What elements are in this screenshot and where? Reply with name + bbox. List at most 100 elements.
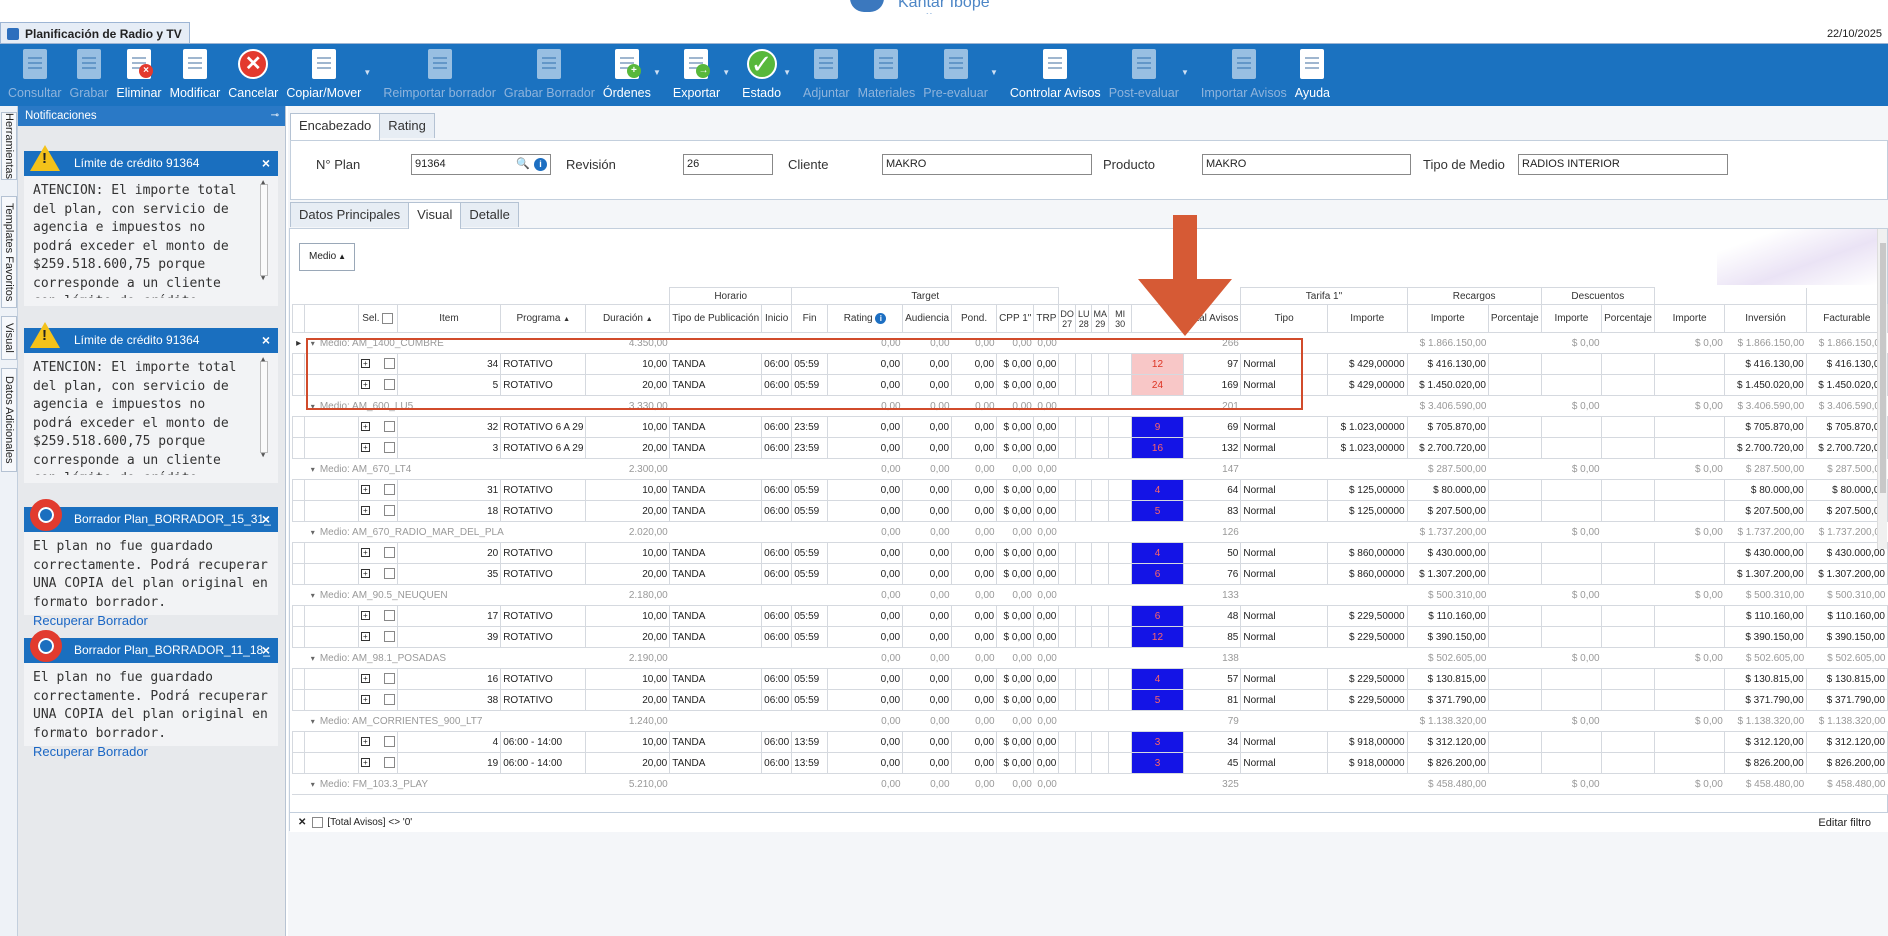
row-checkbox[interactable] (383, 505, 395, 517)
group-row[interactable]: ▾ Medio: AM_670_LT4 2.300,00 0,00 0,00 0,00 0,… (292, 458, 1888, 480)
close-icon[interactable]: × (262, 511, 270, 527)
cell-spots[interactable]: 6 (1131, 605, 1184, 627)
table-row[interactable]: + 32 ROTATIVO 6 A 29 10,00 TANDA 06:00 23:59 0… (292, 416, 1888, 438)
cell-day[interactable] (1108, 752, 1133, 774)
row-checkbox[interactable] (383, 673, 395, 685)
dropdown-arrow-icon[interactable]: ▼ (1181, 68, 1189, 77)
cell-day[interactable] (1058, 542, 1076, 564)
row-checkbox[interactable] (383, 631, 395, 643)
cell-spots[interactable]: 4 (1131, 794, 1184, 795)
cell-day[interactable] (1108, 731, 1133, 753)
collapse-icon[interactable]: ▾ (311, 339, 315, 348)
rail-tab-templates[interactable]: Templates Favoritos (1, 196, 17, 308)
expand-icon[interactable]: + (360, 758, 370, 768)
group-row[interactable]: ▾ Medio: AM_670_RADIO_MAR_DEL_PLA 2.020,00… (292, 521, 1888, 543)
cell-day[interactable] (1108, 479, 1133, 501)
cell-day[interactable] (1058, 416, 1076, 438)
estado-button[interactable]: ✓ Estado ▼ (738, 44, 791, 106)
collapse-icon[interactable]: ▾ (311, 717, 315, 726)
info-icon[interactable]: i (534, 158, 547, 171)
cell-day[interactable] (1108, 668, 1133, 690)
cell-day[interactable] (1058, 479, 1076, 501)
cell-day[interactable] (1058, 374, 1076, 396)
row-select-cell[interactable]: + (357, 668, 398, 690)
row-select-cell[interactable]: + (357, 416, 398, 438)
cell-day[interactable] (1108, 689, 1133, 711)
producto-field[interactable]: MAKRO (1202, 154, 1411, 175)
dropdown-arrow-icon[interactable]: ▼ (990, 68, 998, 77)
row-select-cell[interactable]: + (357, 542, 398, 564)
cell-day[interactable] (1108, 563, 1133, 585)
cell-day[interactable] (1058, 500, 1076, 522)
row-select-cell[interactable]: + (357, 626, 398, 648)
cell-spots[interactable]: 4 (1131, 542, 1184, 564)
expand-icon[interactable]: + (360, 674, 370, 684)
cell-spots[interactable]: 3 (1131, 731, 1184, 753)
expand-icon[interactable]: + (360, 695, 370, 705)
cell-day[interactable] (1058, 794, 1076, 795)
cell-day[interactable] (1058, 626, 1076, 648)
collapse-icon[interactable]: ▾ (311, 465, 315, 474)
consultar-button[interactable]: Consultar (4, 44, 66, 106)
table-row[interactable]: + 16 ROTATIVO 10,00 TANDA 06:00 05:59 0,00 0,00… (292, 668, 1888, 690)
rail-tab-herramientas[interactable]: Herramientas (1, 112, 17, 180)
cell-day[interactable] (1058, 353, 1076, 375)
scrollbar[interactable] (260, 353, 268, 464)
cell-day[interactable] (1058, 731, 1076, 753)
collapse-icon[interactable]: ▾ (311, 402, 315, 411)
row-checkbox[interactable] (383, 610, 395, 622)
cell-day[interactable] (1108, 794, 1133, 795)
row-checkbox[interactable] (383, 442, 395, 454)
column-header-programa[interactable]: Programa ▲ (500, 304, 587, 333)
row-select-cell[interactable]: + (357, 374, 398, 396)
row-select-cell[interactable]: + (357, 752, 398, 774)
row-select-cell[interactable]: + (357, 563, 398, 585)
group-label[interactable]: ▾ Medio: AM_600_LU5 (304, 395, 586, 417)
cell-day[interactable] (1091, 626, 1110, 648)
expand-icon[interactable]: + (360, 443, 370, 453)
group-by-medio-button[interactable]: Medio ▲ (299, 243, 355, 271)
cell-day[interactable] (1108, 437, 1133, 459)
adjuntar-button[interactable]: Adjuntar (799, 44, 854, 106)
group-row[interactable]: ▾ Medio: AM_CORRIENTES_900_LT7 1.240,00 0,0… (292, 710, 1888, 732)
collapse-icon[interactable]: ▾ (311, 780, 315, 789)
modificar-button[interactable]: Modificar (166, 44, 225, 106)
cell-spots[interactable]: 4 (1131, 479, 1184, 501)
tab-encabezado[interactable]: Encabezado (290, 113, 381, 140)
expand-icon[interactable]: + (360, 359, 370, 369)
cell-day[interactable] (1091, 731, 1110, 753)
row-checkbox[interactable] (383, 379, 395, 391)
column-header-inicio[interactable]: Inicio (761, 304, 793, 333)
cell-day[interactable] (1091, 563, 1110, 585)
cell-day[interactable] (1091, 794, 1110, 795)
cliente-field[interactable]: MAKRO (882, 154, 1092, 175)
cell-day[interactable] (1074, 479, 1093, 501)
cancelar-button[interactable]: ✕ Cancelar (224, 44, 282, 106)
row-checkbox[interactable] (383, 484, 395, 496)
collapse-icon[interactable]: ▾ (311, 591, 315, 600)
row-select-cell[interactable]: + (357, 731, 398, 753)
table-row[interactable]: + 34 ROTATIVO 10,00 TANDA 06:00 05:59 0,00 0,00… (292, 353, 1888, 375)
table-row[interactable]: + 5 ROTATIVO 20,00 TANDA 06:00 05:59 0,00 0,00 0… (292, 374, 1888, 396)
column-header-descuentos-porcentaje[interactable]: Porcentaje (1601, 304, 1655, 333)
column-header-spots[interactable] (1131, 304, 1184, 333)
rail-tab-visual[interactable]: Visual (1, 316, 17, 360)
group-row[interactable]: ▾ Medio: AM_90.5_NEUQUEN 2.180,00 0,00 0,00 0… (292, 584, 1888, 606)
column-header-sel[interactable]: Sel. (357, 304, 398, 333)
close-icon[interactable]: × (262, 642, 270, 658)
group-row[interactable]: ▾ Medio: AM_600_LU5 3.330,00 0,00 0,00 0,00 0,… (292, 395, 1888, 417)
column-header-ma-29[interactable]: MA 29 (1091, 304, 1110, 333)
table-row[interactable]: + 20 ROTATIVO 10,00 TANDA 06:00 05:59 0,00 0,00… (292, 542, 1888, 564)
cell-day[interactable] (1058, 689, 1076, 711)
column-header-descuentos-importe[interactable]: Importe (1653, 304, 1726, 333)
cell-day[interactable] (1091, 689, 1110, 711)
table-row[interactable]: + 38 ROTATIVO 20,00 TANDA 06:00 05:59 0,00 0,00… (292, 689, 1888, 711)
column-header-lu-28[interactable]: LU 28 (1074, 304, 1093, 333)
column-header-rating[interactable]: Rating i (826, 304, 904, 333)
cell-day[interactable] (1108, 353, 1133, 375)
cell-day[interactable] (1074, 437, 1093, 459)
row-select-cell[interactable]: + (357, 689, 398, 711)
cell-day[interactable] (1091, 437, 1110, 459)
plan-field[interactable]: 91364 🔍 i (411, 154, 551, 175)
cell-day[interactable] (1074, 794, 1093, 795)
